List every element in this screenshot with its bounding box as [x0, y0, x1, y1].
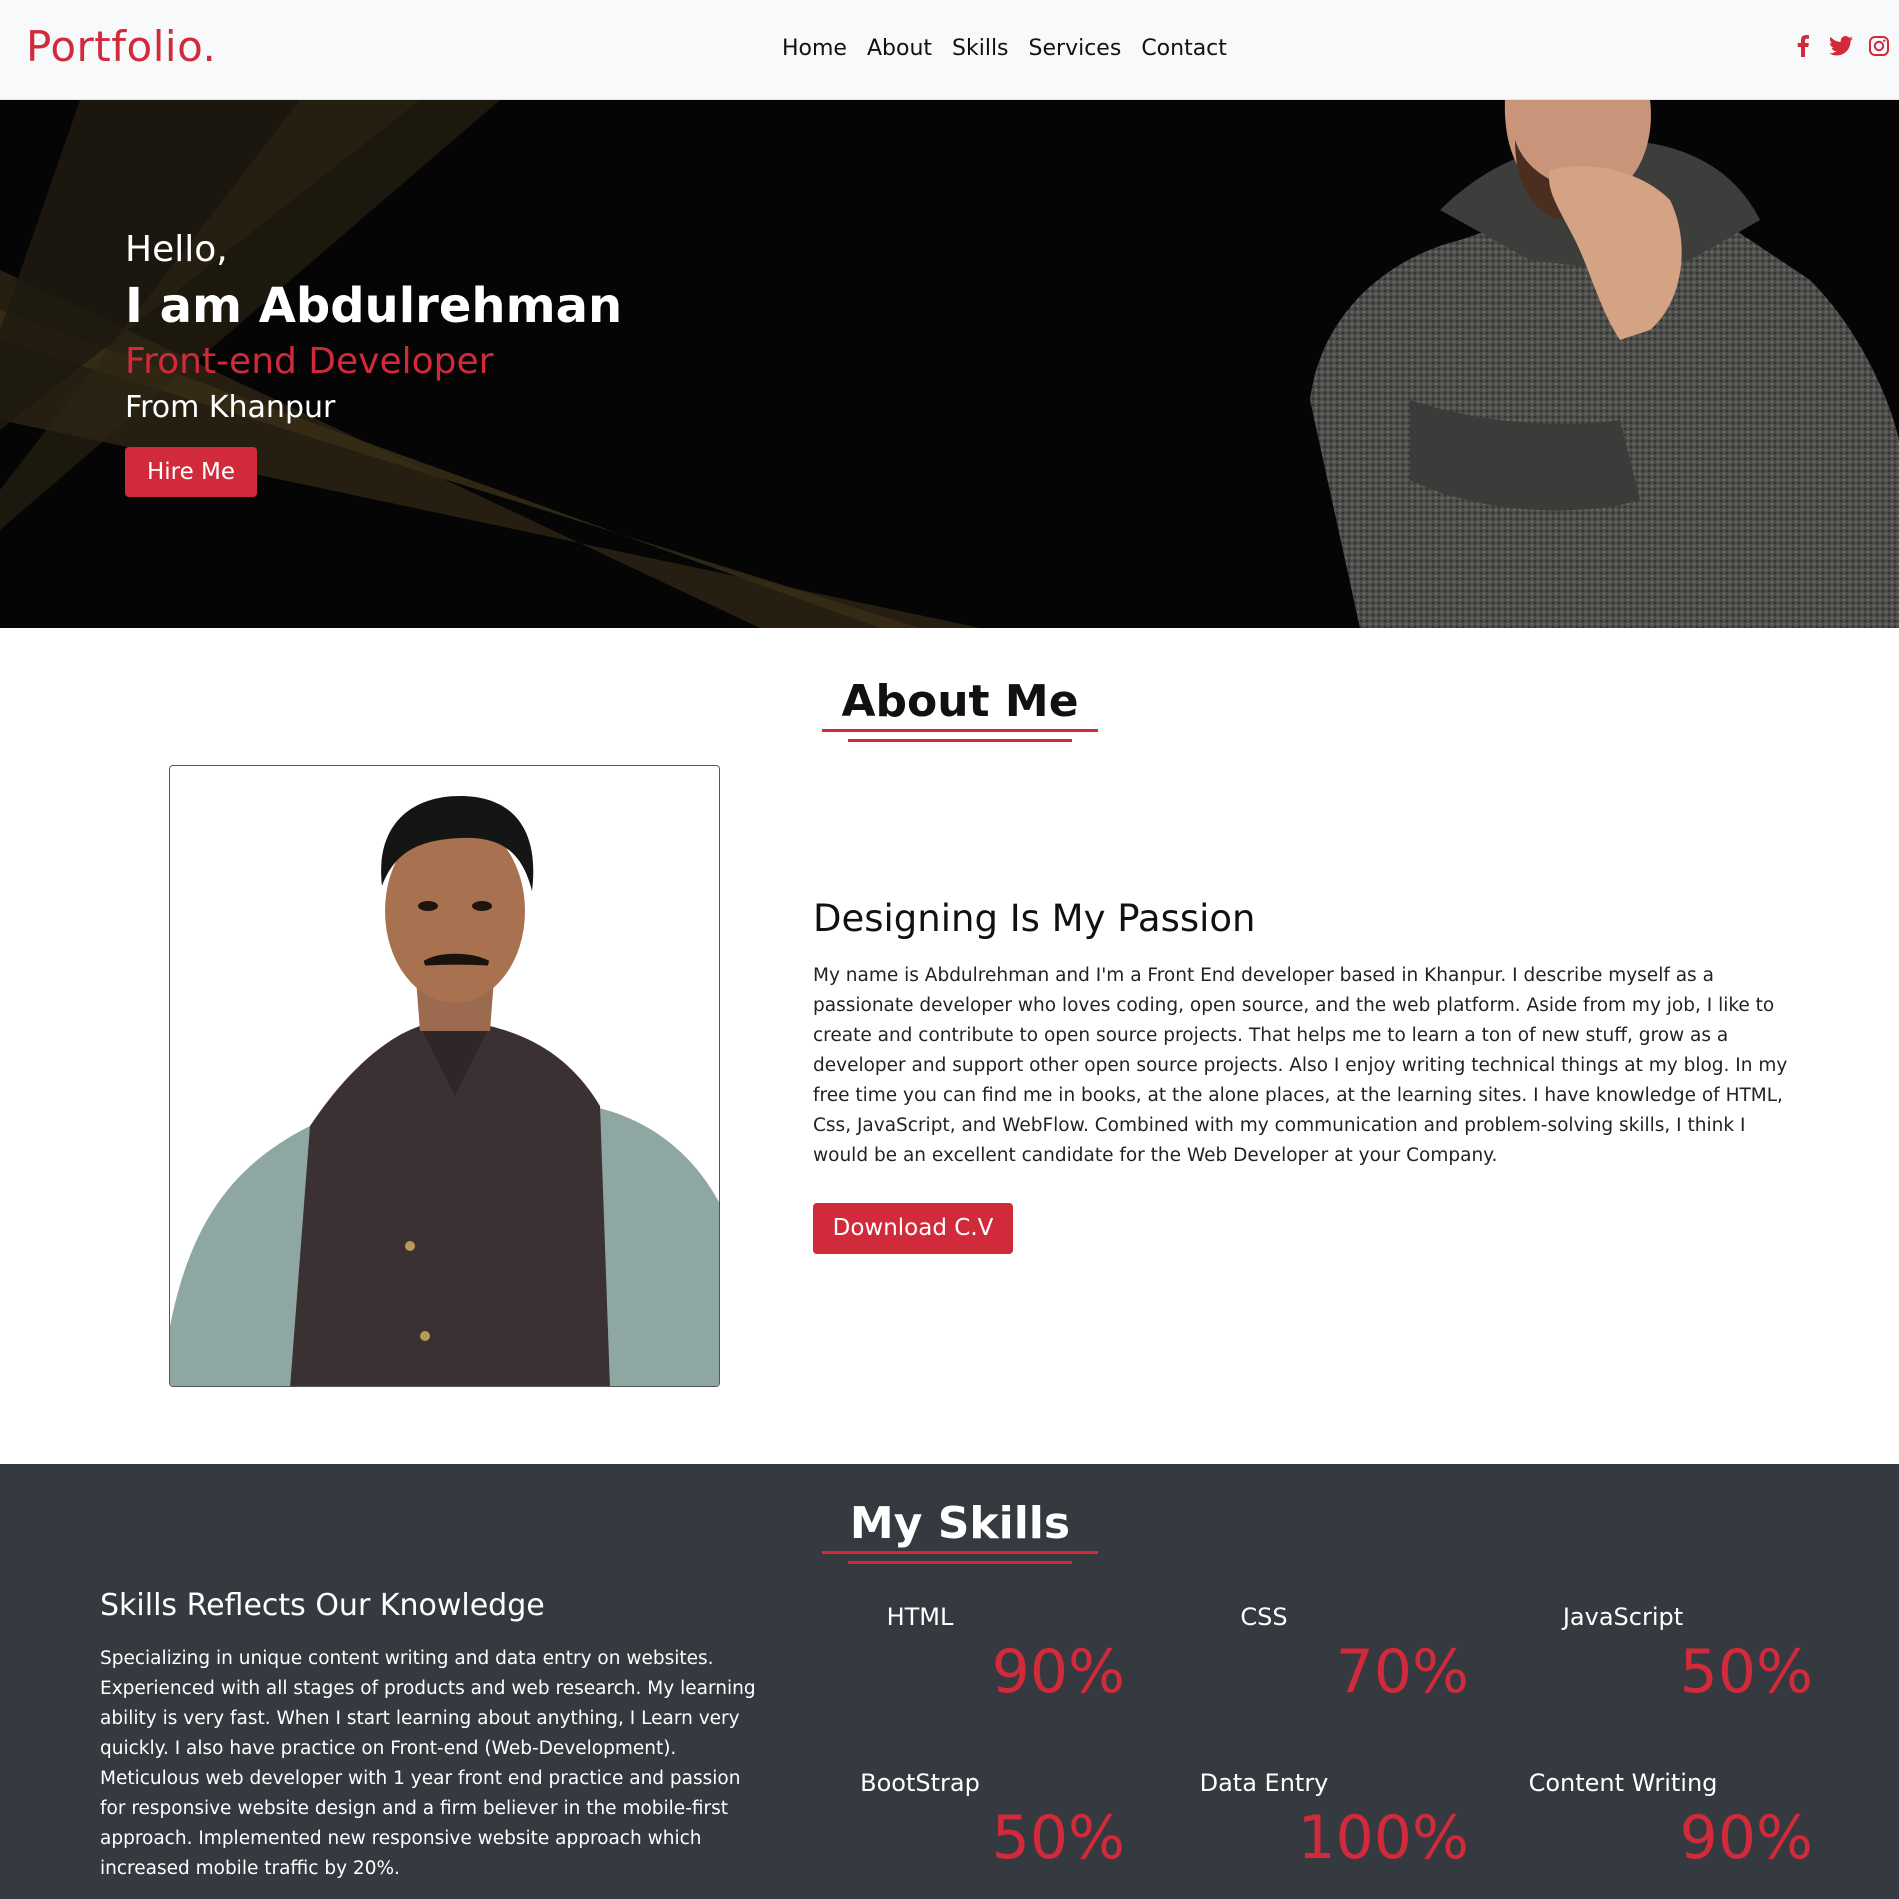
about-description: My name is Abdulrehman and I'm a Front E…	[813, 965, 1788, 1166]
skill-percent: 90%	[991, 1637, 1125, 1707]
social-links	[1791, 34, 1891, 58]
skills-heading: Skills Reflects Our Knowledge	[100, 1588, 545, 1623]
nav-link-skills[interactable]: Skills	[952, 36, 1009, 61]
hero-banner: Hello, I am Abdulrehman Front-end Develo…	[0, 100, 1899, 628]
nav-link-contact[interactable]: Contact	[1141, 36, 1227, 61]
hero-location: From Khanpur	[125, 390, 336, 425]
nav-link-services[interactable]: Services	[1029, 36, 1122, 61]
skill-content-writing: Content Writing 90%	[1498, 1769, 1813, 1873]
facebook-icon[interactable]	[1791, 34, 1815, 58]
skill-name: CSS	[1240, 1603, 1288, 1631]
about-heading: Designing Is My Passion	[813, 897, 1256, 940]
skills-title-underline	[822, 1551, 1098, 1554]
nav-link-about[interactable]: About	[867, 36, 932, 61]
skill-css: CSS 70%	[1154, 1603, 1469, 1707]
skill-percent: 50%	[1679, 1637, 1813, 1707]
skill-html: HTML 90%	[810, 1603, 1125, 1707]
skill-javascript: JavaScript 50%	[1498, 1603, 1813, 1707]
hero-person-image	[1310, 100, 1899, 628]
about-section-title: About Me	[841, 676, 1079, 727]
hero-name: I am Abdulrehman	[125, 278, 623, 334]
instagram-icon[interactable]	[1867, 34, 1891, 58]
nav-links: Home About Skills Services Contact	[782, 36, 1247, 61]
skills-title-underline-short	[848, 1561, 1072, 1564]
brand-logo[interactable]: Portfolio.	[26, 22, 216, 71]
skill-name: BootStrap	[860, 1769, 980, 1797]
hero-greeting: Hello,	[125, 229, 228, 270]
twitter-icon[interactable]	[1829, 34, 1853, 58]
hero-text: Hello, I am Abdulrehman Front-end Develo…	[125, 228, 622, 428]
navbar: Portfolio. Home About Skills Services Co…	[0, 0, 1899, 100]
skill-name: JavaScript	[1562, 1603, 1684, 1631]
skill-name: HTML	[886, 1603, 954, 1631]
skill-name: Content Writing	[1528, 1769, 1718, 1797]
skill-percent: 50%	[991, 1803, 1125, 1873]
skill-name: Data Entry	[1199, 1769, 1329, 1797]
download-cv-button[interactable]: Download C.V	[813, 1203, 1013, 1254]
about-title-underline	[822, 729, 1098, 732]
skill-percent: 90%	[1679, 1803, 1813, 1873]
skills-description: Specializing in unique content writing a…	[100, 1648, 756, 1879]
skill-bootstrap: BootStrap 50%	[810, 1769, 1125, 1873]
about-title-underline-short	[848, 739, 1072, 742]
profile-photo	[169, 765, 720, 1387]
skill-data-entry: Data Entry 100%	[1154, 1769, 1469, 1873]
hire-me-button[interactable]: Hire Me	[125, 447, 257, 497]
nav-link-home[interactable]: Home	[782, 36, 847, 61]
skill-percent: 70%	[1335, 1637, 1469, 1707]
skills-section-title: My Skills	[849, 1498, 1071, 1549]
hero-role: Front-end Developer	[125, 341, 494, 382]
skill-percent: 100%	[1297, 1803, 1469, 1873]
